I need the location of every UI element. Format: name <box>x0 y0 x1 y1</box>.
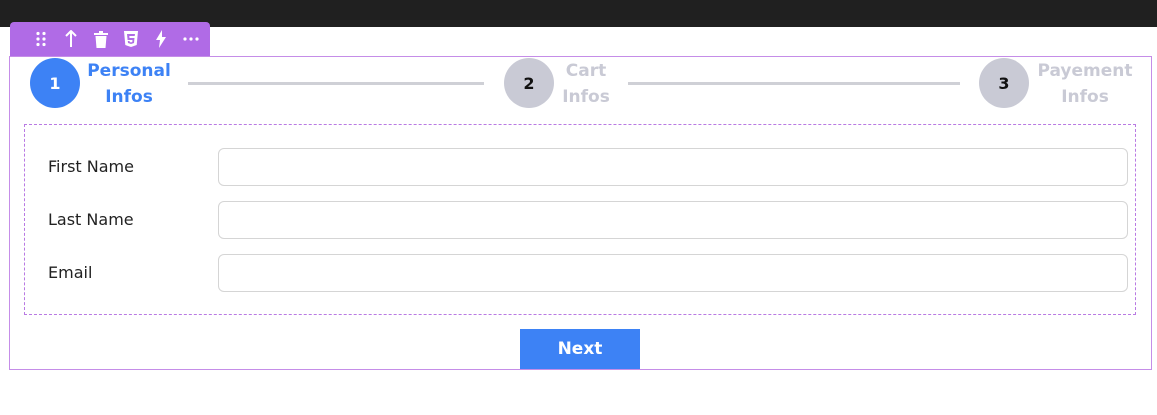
step-2-indicator[interactable]: 2 <box>504 58 554 108</box>
bolt-icon[interactable] <box>146 22 176 56</box>
arrow-up-icon[interactable] <box>56 22 86 56</box>
step-label-line: Personal <box>87 61 171 81</box>
step-connector <box>188 82 484 85</box>
block-toolbar <box>10 22 210 56</box>
personal-infos-form: First Name Last Name Email <box>24 124 1136 315</box>
last-name-label: Last Name <box>48 210 134 229</box>
email-row: Email <box>25 253 1135 293</box>
step-3-label[interactable]: Payement Infos <box>1032 58 1138 110</box>
step-label-line: Cart <box>565 61 607 81</box>
next-button[interactable]: Next <box>520 329 640 369</box>
step-2-label[interactable]: Cart Infos <box>556 58 616 110</box>
first-name-label: First Name <box>48 157 134 176</box>
step-connector <box>628 82 960 85</box>
step-number: 1 <box>49 73 61 93</box>
step-number: 2 <box>523 73 535 93</box>
last-name-input[interactable] <box>218 201 1128 239</box>
trash-icon[interactable] <box>86 22 116 56</box>
step-label-line: Infos <box>105 87 153 107</box>
step-label-line: Infos <box>562 87 610 107</box>
css3-icon[interactable] <box>116 22 146 56</box>
step-number: 3 <box>998 73 1010 93</box>
first-name-input[interactable] <box>218 148 1128 186</box>
step-3-indicator[interactable]: 3 <box>979 58 1029 108</box>
step-1-label[interactable]: Personal Infos <box>84 58 174 110</box>
email-label: Email <box>48 263 93 282</box>
step-1-indicator[interactable]: 1 <box>30 58 80 108</box>
first-name-row: First Name <box>25 147 1135 187</box>
last-name-row: Last Name <box>25 200 1135 240</box>
drag-handle-icon[interactable] <box>26 22 56 56</box>
step-label-line: Payement <box>1037 61 1133 81</box>
step-label-line: Infos <box>1061 87 1109 107</box>
more-icon[interactable] <box>176 22 206 56</box>
email-input[interactable] <box>218 254 1128 292</box>
